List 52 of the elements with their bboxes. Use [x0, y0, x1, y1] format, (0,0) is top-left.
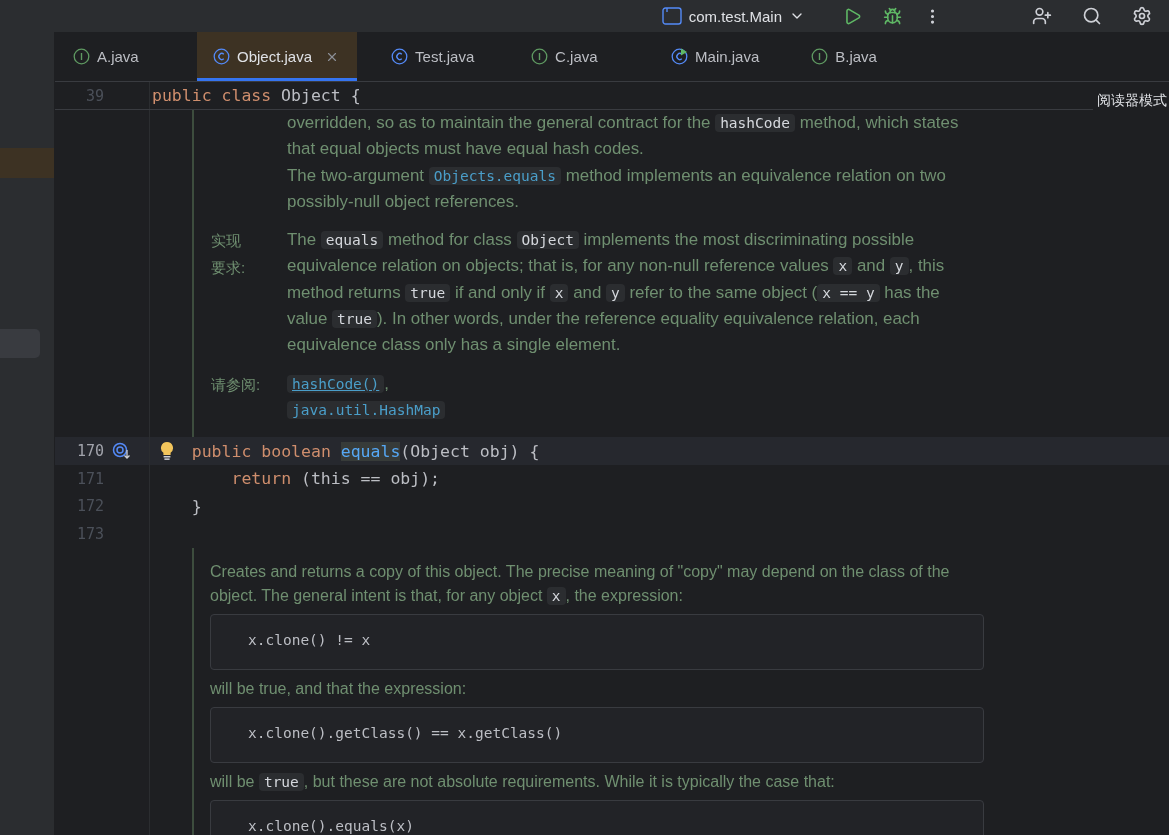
doc-text: will be true, and that the expression: [210, 679, 468, 699]
code-example: x.clone().equals(x) [210, 800, 984, 835]
add-user-icon[interactable] [1032, 6, 1052, 26]
doc-text: The two-argument Objects.equals method implements an equivalence relation on two possibly-null object references. [287, 164, 947, 213]
editor-tab[interactable]: B.java [795, 32, 918, 81]
settings-icon[interactable] [1132, 6, 1152, 26]
search-icon[interactable] [1082, 6, 1102, 26]
tab-label: A.java [97, 48, 139, 65]
tab-label: C.java [555, 48, 598, 65]
section-label: 实现 [211, 231, 242, 252]
doc-link[interactable]: hashCode() [287, 374, 385, 393]
code-token: return [231, 469, 292, 489]
code-token: (this == obj); [301, 469, 441, 489]
tab-label: Test.java [415, 48, 475, 65]
code-token: public boolean [191, 441, 331, 461]
lightbulb-icon[interactable] [160, 441, 174, 462]
doc-text: will be true , but these are not absolute requirements. While it is typically the case that: [210, 772, 836, 794]
code-token: public class [152, 86, 272, 105]
doc-link[interactable]: Objects.equals [428, 166, 561, 185]
doc-text: hashCode() , [287, 370, 967, 397]
interface-icon [811, 48, 829, 65]
code-example: x.clone() != x [210, 614, 984, 670]
section-label: 要求: [211, 258, 247, 279]
tab-label: B.java [835, 48, 877, 65]
editor-tab[interactable]: Test.java [375, 32, 498, 81]
override-icon[interactable] [112, 442, 132, 461]
window-icon [661, 7, 682, 25]
editor-tab[interactable]: C.java [515, 32, 638, 81]
class-icon [391, 48, 409, 65]
interface-icon [531, 48, 549, 65]
editor-tab[interactable]: A.java [57, 32, 179, 81]
doc-text: overridden, so as to maintain the general contract for the hashCode method, which states that equal objects must have equal hash codes. [287, 112, 960, 161]
doc-text: The equals method for class Object implements the most discriminating possible equivalence relation on objects; that is, for any non-null reference values x and y , this method returns true if and only if x and y refer to the same object ( x == y has the value true ). In other words, under the reference equality equivalence relation, each equivalence class only has a single element. [287, 229, 946, 357]
class-icon [213, 48, 230, 65]
code-token: Object { [281, 86, 361, 105]
code-token: equals [340, 441, 401, 461]
editor-tab[interactable]: Main.java [655, 32, 778, 81]
tab-label: Object.java [237, 48, 313, 65]
run-configuration[interactable]: com.test.Main [655, 5, 811, 27]
tab-label: Main.java [695, 48, 760, 65]
interface-icon [73, 48, 90, 65]
editor-tab[interactable]: Object.java [197, 32, 358, 81]
code-token: } [191, 497, 202, 516]
bug-icon[interactable] [882, 6, 902, 26]
doc-link[interactable]: java.util.HashMap [287, 400, 446, 419]
runnable-class-icon [671, 48, 689, 65]
reader-mode-label[interactable]: 阅读器模式 [1093, 92, 1169, 110]
doc-text: Creates and returns a copy of this object. The precise meaning of "copy" may depend on the class of the object. The general intent is that, for any object x , the expression: [210, 562, 951, 608]
section-label: 请参阅: [211, 374, 262, 395]
code-token: (Object obj) { [400, 441, 540, 461]
line-number: 170 [75, 442, 104, 461]
code-example: x.clone().getClass() == x.getClass() [210, 707, 984, 763]
